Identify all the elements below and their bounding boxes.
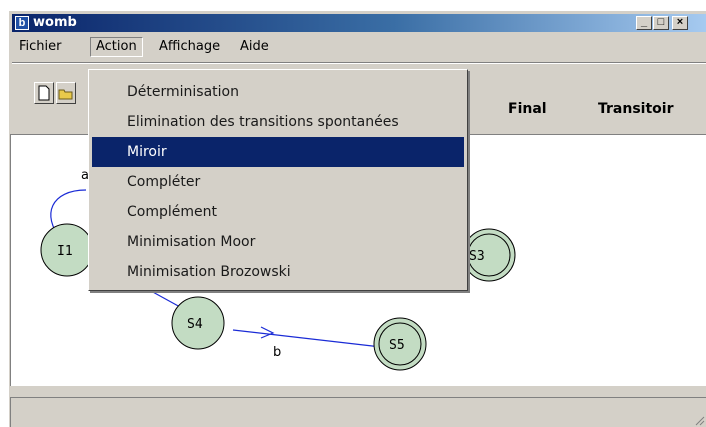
state-s5[interactable]: S5: [373, 317, 427, 371]
svg-text:S5: S5: [389, 338, 405, 353]
title-bar[interactable]: b womb _ □ ×: [12, 14, 706, 32]
svg-text:S3: S3: [469, 249, 485, 264]
open-folder-icon: [58, 89, 73, 100]
close-button[interactable]: ×: [672, 16, 688, 30]
menu-item-minimisation-moor[interactable]: Minimisation Moor: [89, 227, 467, 257]
svg-text:I1: I1: [57, 244, 73, 259]
menu-item-miroir[interactable]: Miroir: [92, 137, 464, 167]
menu-bar: Fichier Action Affichage Aide: [12, 36, 706, 58]
resize-grip-icon[interactable]: [693, 414, 705, 426]
svg-text:S4: S4: [187, 317, 203, 332]
maximize-button[interactable]: □: [653, 16, 669, 30]
window-title: womb: [33, 15, 77, 30]
state-s4[interactable]: S4: [171, 296, 225, 350]
new-file-icon: [38, 85, 50, 101]
app-icon: b: [15, 16, 29, 30]
close-icon: ×: [676, 16, 684, 28]
column-final: Final: [508, 101, 547, 117]
edge-s4-s5: [232, 329, 382, 348]
toolbar-divider: [12, 62, 706, 64]
new-file-button[interactable]: [34, 82, 54, 104]
menu-affichage[interactable]: Affichage: [154, 38, 225, 56]
menu-item-completer[interactable]: Compléter: [89, 167, 467, 197]
menu-item-minimisation-brozowski[interactable]: Minimisation Brozowski: [89, 257, 467, 287]
maximize-icon: □: [657, 16, 665, 28]
menu-aide[interactable]: Aide: [235, 38, 274, 56]
open-folder-button[interactable]: [56, 82, 76, 104]
edge-arrow: [260, 326, 275, 339]
column-transitoire: Transitoir: [598, 101, 674, 117]
menu-action[interactable]: Action: [90, 37, 143, 57]
minimize-icon: _: [640, 16, 648, 28]
menu-fichier[interactable]: Fichier: [14, 38, 67, 56]
menu-item-determinisation[interactable]: Déterminisation: [89, 77, 467, 107]
edge-label-b: b: [273, 345, 281, 360]
action-dropdown-menu: Déterminisation Elimination des transiti…: [88, 69, 468, 291]
menu-item-complement[interactable]: Complément: [89, 197, 467, 227]
minimize-button[interactable]: _: [636, 16, 652, 30]
state-s3[interactable]: S3: [462, 228, 516, 282]
menu-item-elimination[interactable]: Elimination des transitions spontanées: [89, 107, 467, 137]
status-bar: [10, 397, 706, 427]
state-i1[interactable]: I1: [40, 223, 94, 277]
